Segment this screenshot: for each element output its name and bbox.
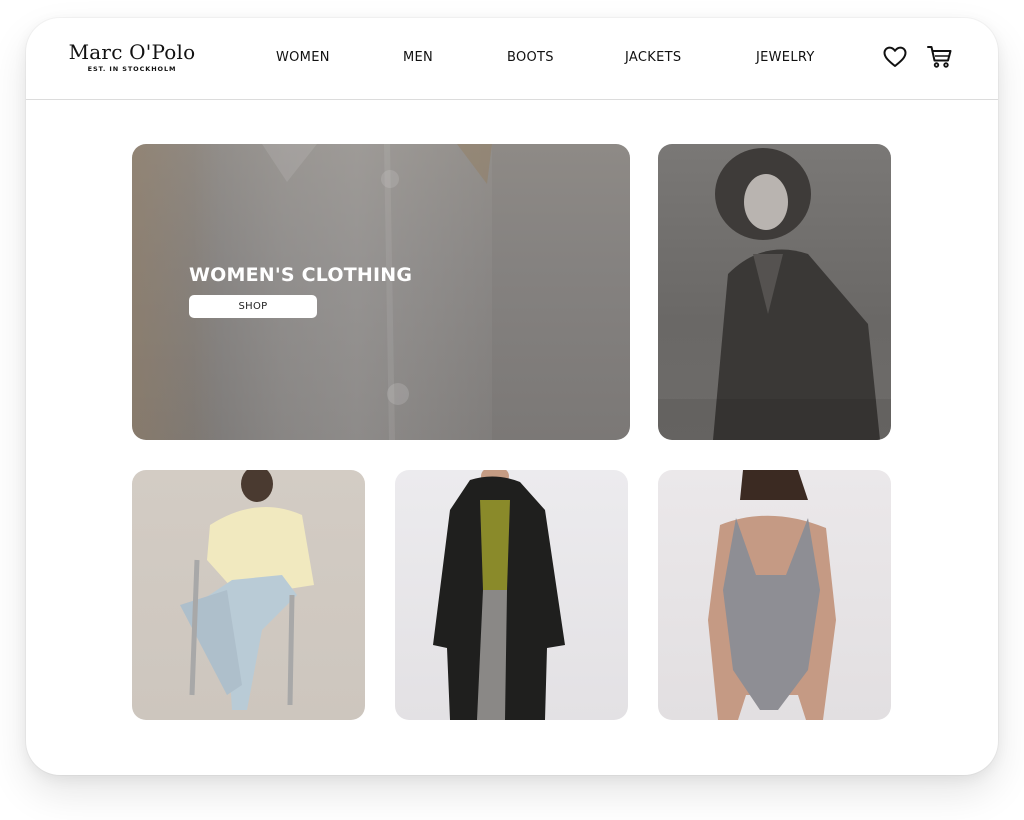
cart-button[interactable] [927,44,953,70]
hero-banner[interactable]: WOMEN'S CLOTHING SHOP [132,144,630,440]
model-sweater-photo[interactable] [132,470,365,720]
brand-name: Marc O'Polo [68,40,196,64]
brand-logo[interactable]: Marc O'Polo EST. IN STOCKHOLM [62,40,202,73]
model-puffer-coat-photo[interactable] [395,470,628,720]
shop-button[interactable]: SHOP [189,295,317,318]
model-sweater-silhouette [180,470,314,710]
wishlist-button[interactable] [882,44,908,70]
model-coat-silhouette [433,470,565,720]
nav-item-jewelry[interactable]: JEWELRY [756,50,815,65]
site-header: Marc O'Polo EST. IN STOCKHOLM WOMEN MEN … [26,18,998,100]
heart-icon [883,46,907,67]
brand-tagline: EST. IN STOCKHOLM [87,65,177,73]
app-window: Marc O'Polo EST. IN STOCKHOLM WOMEN MEN … [26,18,998,775]
model-swimsuit-silhouette [708,470,836,720]
model-swimsuit-photo[interactable] [658,470,891,720]
nav-item-jackets[interactable]: JACKETS [625,50,681,65]
model-silhouette [658,148,891,440]
nav-item-men[interactable]: MEN [403,50,433,65]
nav-item-boots[interactable]: BOOTS [507,50,554,65]
model-jacket-photo[interactable] [658,144,891,440]
hero-shirt-illustration [262,144,492,440]
cart-icon [927,46,952,68]
hero-title: WOMEN'S CLOTHING [189,264,413,286]
nav-item-women[interactable]: WOMEN [276,50,330,65]
